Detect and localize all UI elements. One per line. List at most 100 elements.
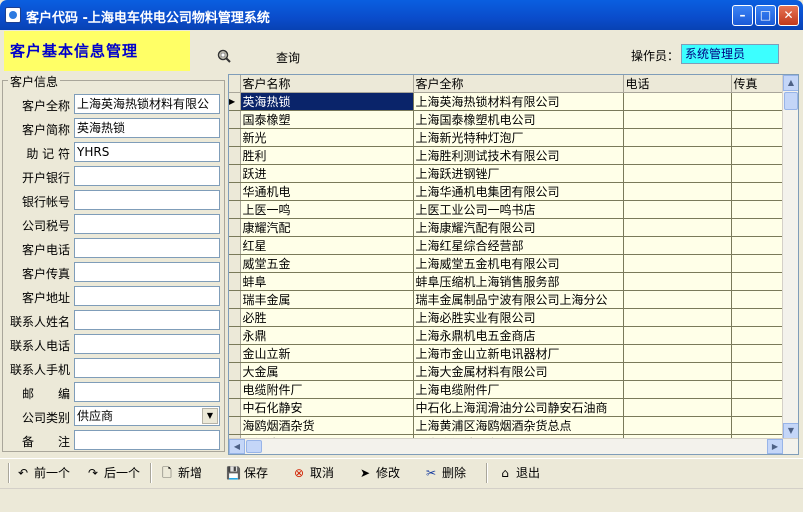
short-name-input[interactable]: 英海热锁 [74,118,220,138]
edit-button[interactable]: ➤ 修改 [356,463,400,483]
phone-input[interactable] [74,238,220,258]
table-row[interactable]: 蚌阜 蚌阜压缩机上海销售服务部 [229,272,785,291]
next-button[interactable]: ↷ 后一个 [84,463,140,483]
table-cell[interactable] [623,164,732,183]
table-cell[interactable]: 上海永鼎机电五金商店 [413,326,624,345]
address-input[interactable] [74,286,220,306]
row-indicator[interactable] [229,326,241,345]
table-cell[interactable] [623,272,732,291]
table-cell[interactable]: 上海跃进钢锉厂 [413,164,624,183]
row-indicator[interactable] [229,362,241,381]
table-cell[interactable]: 威堂五金 [240,254,414,273]
row-indicator[interactable]: ▶ [229,92,241,111]
table-row[interactable]: 必胜 上海必胜实业有限公司 [229,308,785,327]
row-indicator[interactable] [229,398,241,417]
remark-input[interactable] [74,430,220,450]
table-cell[interactable]: 上医工业公司一鸣书店 [413,200,624,219]
table-row[interactable]: 国泰橡塑 上海国泰橡塑机电公司 [229,110,785,129]
table-row[interactable]: ▶ 英海热锁 上海英海热锁材料有限公司 [229,92,785,111]
table-cell[interactable]: 上海新光特种灯泡厂 [413,128,624,147]
prev-button[interactable]: ↶ 前一个 [14,463,70,483]
table-cell[interactable] [623,146,732,165]
row-indicator[interactable] [229,272,241,291]
hscroll-thumb[interactable] [246,440,262,453]
table-cell[interactable] [623,110,732,129]
table-cell[interactable] [623,398,732,417]
query-button[interactable]: 查询 [276,49,300,66]
table-cell[interactable] [623,92,732,111]
table-cell[interactable]: 康耀汽配 [240,218,414,237]
table-cell[interactable] [731,398,785,417]
row-indicator[interactable] [229,128,241,147]
vertical-scrollbar[interactable]: ▲ ▼ [782,75,798,439]
table-cell[interactable] [731,182,785,201]
row-indicator[interactable] [229,146,241,165]
horizontal-scrollbar[interactable]: ◀ ▶ [229,438,798,454]
row-indicator[interactable] [229,308,241,327]
customer-grid[interactable]: 客户名称 客户全称 电话 传真 ▶ 英海热锁 上海英海热锁材料有限公司 国泰橡塑 上海国… [228,74,799,455]
table-row[interactable]: 瑞丰金属 瑞丰金属制品宁波有限公司上海分公 [229,290,785,309]
row-indicator[interactable] [229,218,241,237]
postcode-input[interactable] [74,382,220,402]
table-cell[interactable] [623,362,732,381]
scroll-down-icon[interactable]: ▼ [783,423,798,439]
table-cell[interactable] [731,110,785,129]
table-cell[interactable]: 上海红星综合经营部 [413,236,624,255]
app-icon[interactable] [5,7,21,23]
table-row[interactable]: 胜利 上海胜利测试技术有限公司 [229,146,785,165]
table-row[interactable]: 中石化静安 中石化上海润滑油分公司静安石油商 [229,398,785,417]
table-cell[interactable]: 电缆附件厂 [240,380,414,399]
table-cell[interactable] [731,254,785,273]
table-row[interactable]: 红星 上海红星综合经营部 [229,236,785,255]
row-indicator[interactable] [229,164,241,183]
tax-id-input[interactable] [74,214,220,234]
table-cell[interactable] [623,344,732,363]
table-cell[interactable] [623,236,732,255]
table-cell[interactable]: 蚌阜压缩机上海销售服务部 [413,272,624,291]
table-cell[interactable] [731,146,785,165]
delete-button[interactable]: ✂ 删除 [422,463,466,483]
table-cell[interactable] [731,380,785,399]
table-cell[interactable] [731,326,785,345]
table-cell[interactable]: 中石化静安 [240,398,414,417]
table-row[interactable]: 电缆附件厂 上海电缆附件厂 [229,380,785,399]
column-header[interactable]: 客户全称 [413,75,624,93]
close-button[interactable]: ✕ [778,5,799,26]
table-cell[interactable] [623,182,732,201]
chevron-down-icon[interactable]: ▼ [202,408,218,424]
scroll-up-icon[interactable]: ▲ [783,75,798,91]
table-row[interactable]: 海鸥烟酒杂货 上海黄浦区海鸥烟酒杂货总点 [229,416,785,435]
table-cell[interactable]: 上海英海热锁材料有限公司 [413,92,624,111]
contact-phone-input[interactable] [74,334,220,354]
table-cell[interactable]: 金山立新 [240,344,414,363]
table-row[interactable]: 康耀汽配 上海康耀汽配有限公司 [229,218,785,237]
table-cell[interactable]: 大金属 [240,362,414,381]
company-type-select[interactable]: 供应商 ▼ [74,406,220,426]
table-cell[interactable]: 上海威堂五金机电有限公司 [413,254,624,273]
table-row[interactable]: 上医一鸣 上医工业公司一鸣书店 [229,200,785,219]
row-indicator[interactable] [229,200,241,219]
table-cell[interactable]: 上海华通机电集团有限公司 [413,182,624,201]
table-row[interactable]: 大金属 上海大金属材料有限公司 [229,362,785,381]
row-indicator[interactable] [229,110,241,129]
table-cell[interactable]: 瑞丰金属制品宁波有限公司上海分公 [413,290,624,309]
table-cell[interactable] [623,200,732,219]
save-button[interactable]: 💾 保存 [224,463,268,483]
table-row[interactable]: 跃进 上海跃进钢锉厂 [229,164,785,183]
full-name-input[interactable]: 上海英海热锁材料有限公 [74,94,220,114]
column-header[interactable]: 传真 [731,75,785,93]
bank-input[interactable] [74,166,220,186]
scroll-left-icon[interactable]: ◀ [229,439,245,454]
contact-name-input[interactable] [74,310,220,330]
table-cell[interactable] [731,290,785,309]
table-cell[interactable] [731,92,785,111]
table-cell[interactable]: 国泰橡塑 [240,110,414,129]
table-cell[interactable] [731,272,785,291]
table-cell[interactable]: 上海胜利测试技术有限公司 [413,146,624,165]
table-row[interactable]: 永鼎 上海永鼎机电五金商店 [229,326,785,345]
table-cell[interactable] [623,380,732,399]
table-cell[interactable]: 胜利 [240,146,414,165]
minimize-button[interactable]: – [732,5,753,26]
row-indicator[interactable] [229,254,241,273]
table-cell[interactable]: 上医一鸣 [240,200,414,219]
